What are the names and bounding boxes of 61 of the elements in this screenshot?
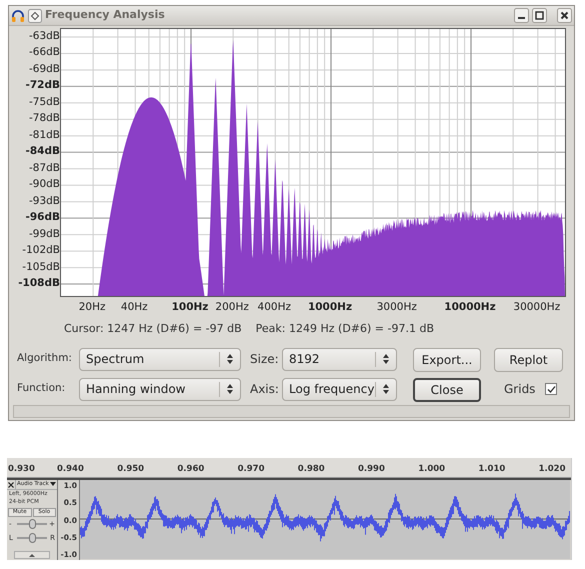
ruler-label: 0.990 bbox=[358, 463, 385, 476]
axis-label: -105dB bbox=[22, 260, 60, 273]
axis-label: -75dB bbox=[28, 96, 60, 108]
peak-readout: Peak: 1249 Hz (D#6) = -97.1 dB bbox=[256, 320, 434, 337]
axis-label: 20Hz bbox=[78, 300, 106, 315]
window-title: Frequency Analysis bbox=[45, 7, 166, 24]
grids-checkbox[interactable] bbox=[545, 383, 558, 395]
dropdown[interactable]: Hanning window bbox=[79, 378, 241, 400]
ruler-label: 1.010 bbox=[478, 463, 506, 476]
axis-label: -93dB bbox=[28, 194, 60, 207]
minimize-icon[interactable] bbox=[514, 8, 529, 23]
slider-thumb[interactable] bbox=[28, 519, 36, 529]
dialog-button[interactable]: Replot bbox=[494, 348, 563, 372]
axis-label: -63dB bbox=[28, 30, 60, 42]
cursor-readout: Cursor: 1247 Hz (D#6) = -97 dB bbox=[64, 320, 242, 337]
axis-label: 400Hz bbox=[258, 300, 291, 315]
axis-label: -78dB bbox=[28, 112, 60, 124]
axis-label: -90dB bbox=[28, 178, 60, 190]
dialog-button[interactable]: Export... bbox=[413, 348, 481, 372]
ruler-label: 0.950 bbox=[117, 463, 144, 476]
axis-label: -81dB bbox=[28, 128, 60, 141]
axis-label: -69dB bbox=[28, 62, 60, 75]
checkmark-icon bbox=[546, 384, 556, 394]
axis-label: -87dB bbox=[28, 162, 60, 174]
field-label: Function: bbox=[17, 381, 66, 396]
axis-label: -84dB bbox=[26, 145, 60, 158]
axis-label: 30000Hz bbox=[513, 300, 560, 315]
checkbox-label: Grids bbox=[504, 381, 536, 398]
slider-thumb[interactable] bbox=[28, 533, 36, 543]
axis-label: -102dB bbox=[22, 244, 60, 256]
axis-label: 10000Hz bbox=[444, 300, 496, 315]
dropdown[interactable]: Spectrum bbox=[79, 348, 241, 370]
ruler-label: 0.930 bbox=[8, 463, 35, 476]
ruler-label: 0.970 bbox=[238, 463, 264, 476]
field-label: Algorithm: bbox=[17, 351, 73, 366]
axis-label: -108dB bbox=[18, 277, 60, 290]
dialog-button[interactable]: Close bbox=[413, 378, 481, 402]
axis-label: 40Hz bbox=[120, 300, 148, 315]
headphones-icon bbox=[11, 8, 25, 22]
axis-label: 100Hz bbox=[172, 300, 208, 315]
ruler-label: 0.960 bbox=[177, 463, 204, 476]
close-icon[interactable] bbox=[7, 480, 15, 488]
axis-label: 1000Hz bbox=[308, 300, 352, 315]
dropdown-arrow-icon bbox=[50, 482, 56, 487]
ruler-label: 0.940 bbox=[57, 463, 84, 476]
field-label: Size: bbox=[250, 351, 280, 368]
axis-label: 3000Hz bbox=[376, 300, 417, 315]
dropdown[interactable]: 8192 bbox=[282, 348, 397, 370]
close-icon[interactable] bbox=[557, 8, 572, 23]
axis-label: -96dB bbox=[26, 211, 60, 224]
axis-label: -99dB bbox=[28, 228, 60, 240]
axis-label: 200Hz bbox=[215, 300, 249, 315]
maximize-icon[interactable] bbox=[532, 8, 547, 23]
axis-label: -72dB bbox=[26, 79, 60, 92]
ruler-label: 1.000 bbox=[418, 463, 446, 476]
field-label: Axis: bbox=[250, 381, 280, 398]
dropdown[interactable]: Log frequency bbox=[282, 378, 397, 400]
menu-button-icon[interactable] bbox=[28, 8, 42, 22]
axis-label: -66dB bbox=[28, 46, 60, 58]
ruler-label: 1.020 bbox=[538, 463, 566, 476]
ruler-label: 0.980 bbox=[298, 463, 325, 476]
